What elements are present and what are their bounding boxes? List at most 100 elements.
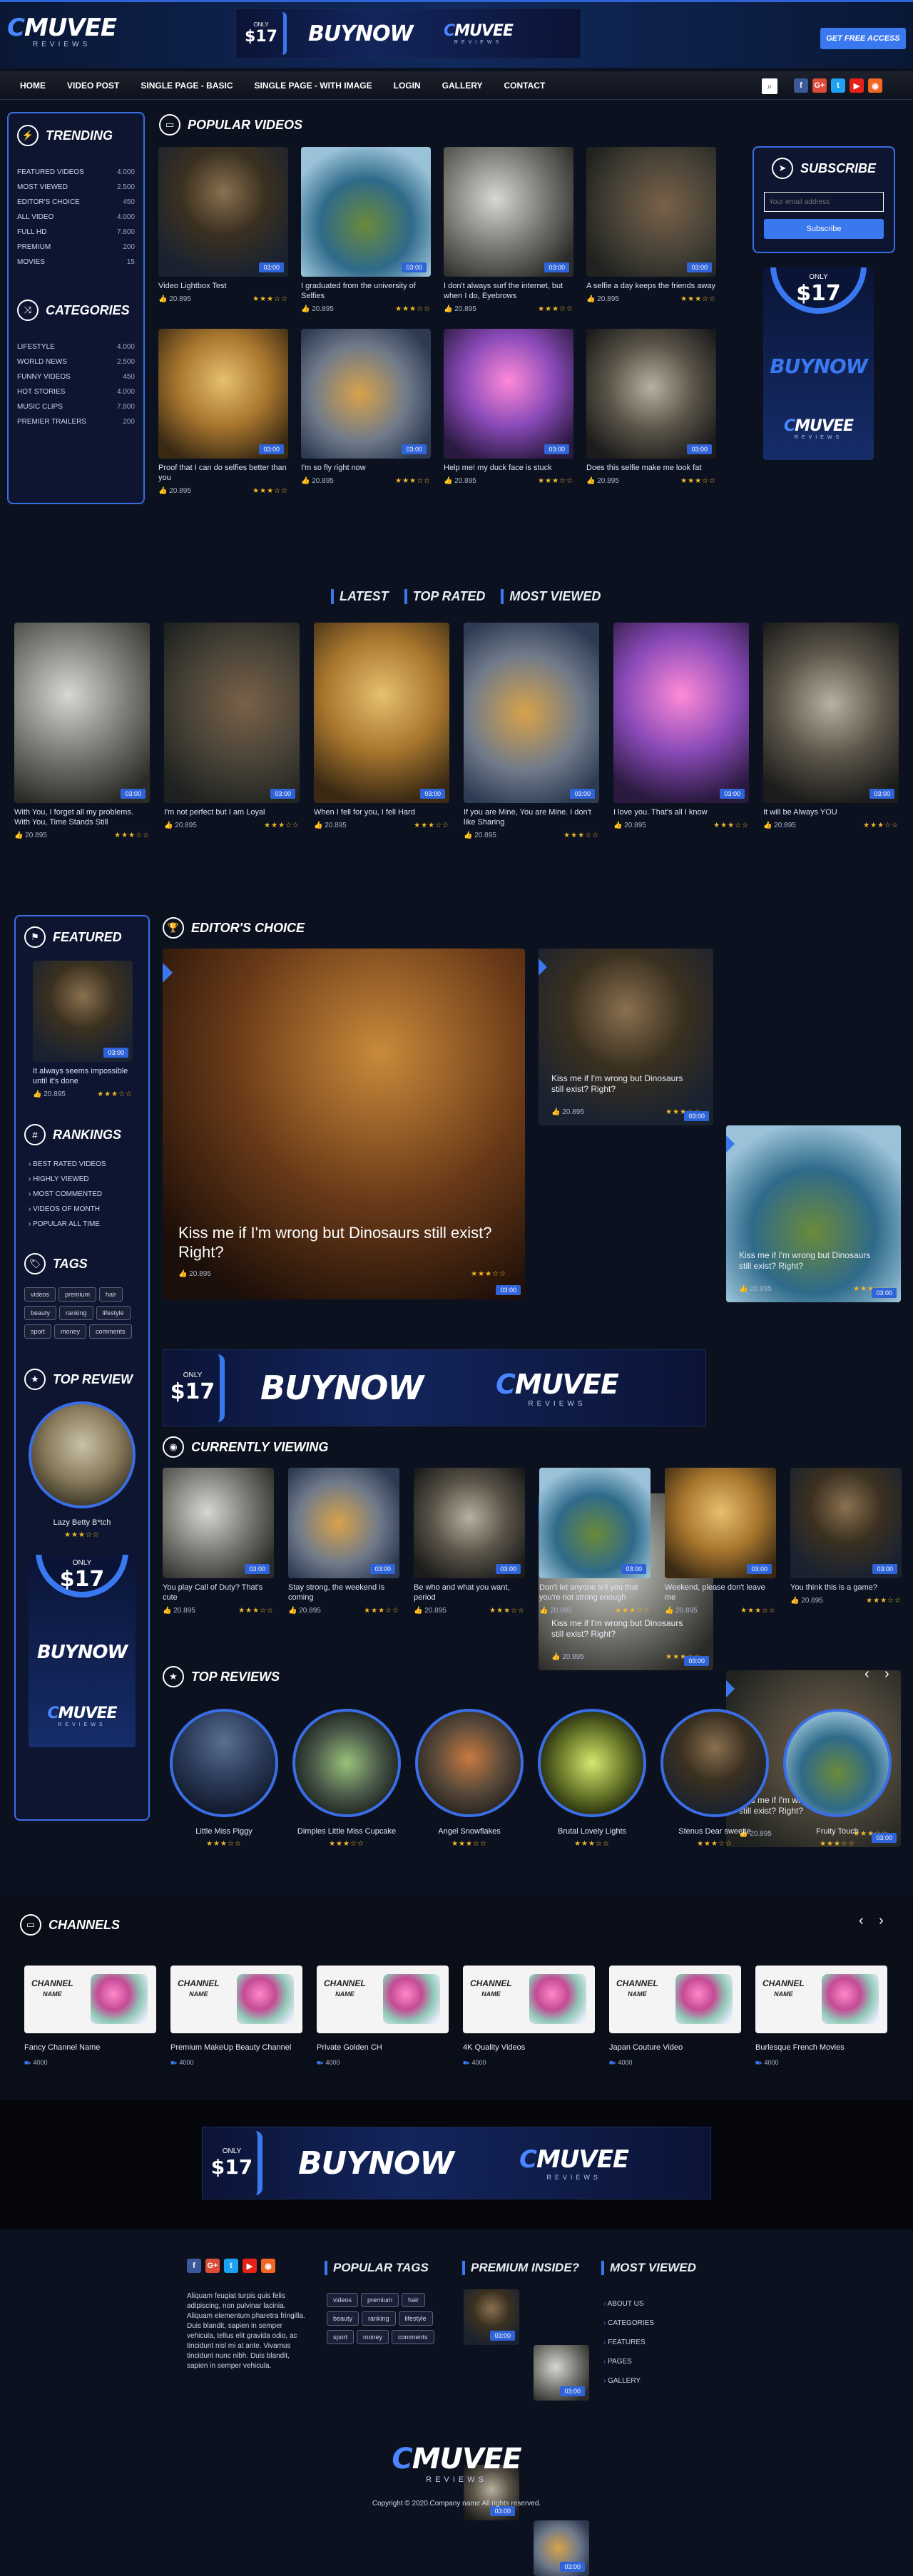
review-name[interactable]: Fruity Touch [783,1827,892,1836]
video-thumbnail[interactable]: 03:00 [314,623,449,803]
video-card[interactable]: 03:00 With You, I forget all my problems… [14,623,150,839]
reviews-next-icon[interactable]: › [884,1666,889,1682]
channel-name[interactable]: Private Golden CH [317,2043,449,2052]
nav-item-6[interactable]: CONTACT [504,81,546,91]
video-title[interactable]: With You, I forget all my problems. With… [14,807,150,827]
video-title[interactable]: Kiss me if I'm wrong but Dinosaurs still… [551,1073,694,1095]
footer-link[interactable]: › FEATURES [603,2333,703,2352]
video-title[interactable]: I don't always surf the internet, but wh… [444,281,573,301]
footer-tag-chip[interactable]: money [357,2330,389,2344]
channel-name[interactable]: Fancy Channel Name [24,2043,156,2052]
video-thumbnail[interactable]: 03:00 [414,1468,525,1578]
channel-card[interactable]: CHANNEL NAME 4K Quality Videos ■▸ 4000 [463,1966,595,2067]
footer-tag-chip[interactable]: sport [327,2330,355,2344]
channel-thumbnail[interactable]: CHANNEL NAME [170,1966,302,2033]
review-image[interactable] [538,1709,646,1817]
review-image[interactable] [292,1709,401,1817]
top-review-image[interactable] [29,1401,136,1508]
video-thumbnail[interactable]: 03:00 [790,1468,902,1578]
footer-tag-chip[interactable]: lifestyle [398,2311,433,2326]
video-card[interactable]: 03:00 If you are Mine, You are Mine. I d… [464,623,599,839]
footer-link[interactable]: › CATEGORIES [603,2314,703,2333]
video-title[interactable]: Proof that I can do selfies better than … [158,463,288,483]
trending-item[interactable]: EDITOR'S CHOICE 450 [17,195,135,210]
video-card[interactable]: 03:00 I don't always surf the internet, … [444,147,573,313]
channel-card[interactable]: CHANNEL NAME Japan Couture Video ■▸ 4000 [609,1966,741,2067]
category-item[interactable]: PREMIER TRAILERS 200 [17,414,135,429]
video-thumbnail[interactable]: 03:00 [158,329,288,459]
bottom-ad-banner[interactable]: ONLY $17 BUYNOW CMUVEE REVIEWS [202,2127,711,2199]
ranking-item[interactable]: › POPULAR ALL TIME [29,1217,140,1232]
video-title[interactable]: Stay strong, the weekend is coming [288,1583,399,1603]
video-thumbnail[interactable]: 03:00 [288,1468,399,1578]
video-card[interactable]: 03:00 Video Lightbox Test 👍 20.895 ★★★☆☆ [158,147,288,303]
trending-item[interactable]: MOVIES 15 [17,255,135,270]
footer-tag-chip[interactable]: videos [327,2293,359,2307]
channel-name[interactable]: Premium MakeUp Beauty Channel [170,2043,302,2052]
nav-item-5[interactable]: GALLERY [442,81,483,91]
footer-tag-chip[interactable]: beauty [327,2311,359,2326]
footer-link[interactable]: › ABOUT US [603,2294,703,2314]
video-card[interactable]: 03:00 I graduated from the university of… [301,147,431,313]
channel-name[interactable]: Japan Couture Video [609,2043,741,2052]
tag-chip[interactable]: comments [89,1324,132,1339]
review-image[interactable] [170,1709,278,1817]
footer-tag-chip[interactable]: comments [392,2330,434,2344]
facebook-icon[interactable]: f [794,78,808,93]
tag-chip[interactable]: videos [24,1287,56,1302]
video-thumbnail[interactable]: 03:00 [163,1468,274,1578]
video-card[interactable]: 03:00 You think this is a game? 👍 20.895… [790,1468,902,1605]
twitter-icon[interactable]: t [224,2259,238,2273]
video-card[interactable]: 03:00 Does this selfie make me look fat … [586,329,716,485]
top-review-name[interactable]: Lazy Betty B*tch [24,1518,140,1527]
channels-prev-icon[interactable]: ‹ [859,1913,864,1929]
video-title[interactable]: Video Lightbox Test [158,281,288,291]
video-card[interactable]: 03:00 I'm not perfect but I am Loyal 👍 2… [164,623,300,829]
category-item[interactable]: LIFESTYLE 4.000 [17,339,135,354]
channel-thumbnail[interactable]: CHANNEL NAME [609,1966,741,2033]
video-title[interactable]: I graduated from the university of Selfi… [301,281,431,301]
category-item[interactable]: HOT STORIES 4.000 [17,384,135,399]
video-thumbnail[interactable]: 03:00 [665,1468,776,1578]
editors-main-video[interactable]: Kiss me if I'm wrong but Dinosaurs still… [163,949,525,1299]
channel-thumbnail[interactable]: CHANNEL NAME [463,1966,595,2033]
channel-thumbnail[interactable]: CHANNEL NAME [24,1966,156,2033]
review-card[interactable]: Brutal Lovely Lights ★★★☆☆ [538,1709,646,1848]
tab-2[interactable]: MOST VIEWED [501,589,601,604]
video-thumbnail[interactable]: 03:00 [444,147,573,277]
tag-chip[interactable]: money [54,1324,87,1339]
tab-1[interactable]: TOP RATED [404,589,485,604]
rss-icon[interactable]: ◉ [261,2259,275,2273]
video-thumbnail[interactable]: 03:00 [586,329,716,459]
channel-card[interactable]: CHANNEL NAME Burlesque French Movies ■▸ 4… [755,1966,887,2067]
channel-card[interactable]: CHANNEL NAME Private Golden CH ■▸ 4000 [317,1966,449,2067]
channels-next-icon[interactable]: › [879,1913,884,1929]
video-thumbnail[interactable]: 03:00 [301,147,431,277]
nav-item-1[interactable]: VIDEO POST [67,81,119,91]
tag-chip[interactable]: premium [58,1287,97,1302]
video-title[interactable]: I'm not perfect but I am Loyal [164,807,300,817]
channel-thumbnail[interactable]: CHANNEL NAME [317,1966,449,2033]
video-card[interactable]: 03:00 Stay strong, the weekend is coming… [288,1468,399,1615]
video-thumbnail[interactable]: 03:00 [539,1468,651,1578]
tag-chip[interactable]: beauty [24,1306,57,1320]
subscribe-button[interactable]: Subscribe [764,219,884,239]
video-title[interactable]: Kiss me if I'm wrong but Dinosaurs still… [739,1250,882,1272]
review-card[interactable]: Dimples Little Miss Cupcake ★★★☆☆ [292,1709,401,1848]
tag-chip[interactable]: sport [24,1324,52,1339]
editors-card[interactable]: Kiss me if I'm wrong but Dinosaurs still… [539,949,713,1125]
editors-main-title[interactable]: Kiss me if I'm wrong but Dinosaurs still… [178,1223,492,1262]
review-card[interactable]: Angel Snowflakes ★★★☆☆ [415,1709,524,1848]
ranking-item[interactable]: › HIGHLY VIEWED [29,1172,140,1187]
review-card[interactable]: Stenus Dear sweetie ★★★☆☆ [660,1709,769,1848]
category-item[interactable]: WORLD NEWS 2.500 [17,354,135,369]
nav-item-0[interactable]: HOME [20,81,46,91]
featured-video-title[interactable]: It always seems impossible until it's do… [33,1066,133,1086]
video-card[interactable]: 03:00 Weekend, please don't leave me 👍 2… [665,1468,776,1615]
email-input[interactable] [764,192,884,212]
google-icon[interactable]: G+ [812,78,827,93]
ranking-item[interactable]: › VIDEOS OF MONTH [29,1202,140,1217]
video-card[interactable]: 03:00 Be who and what you want, period 👍… [414,1468,525,1615]
video-title[interactable]: Help me! my duck face is stuck [444,463,573,473]
premium-thumbnail[interactable]: 03:00 [534,2345,589,2401]
